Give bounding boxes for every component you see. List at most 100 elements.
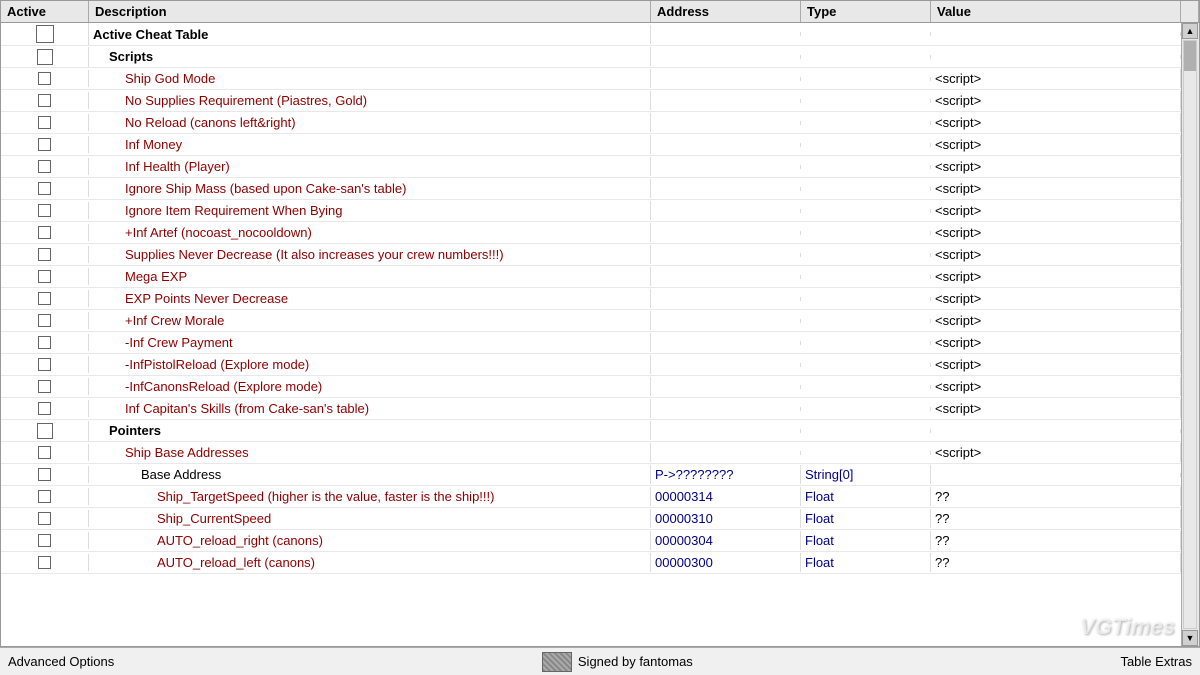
checkbox-small[interactable] xyxy=(38,512,51,525)
col-type: Type xyxy=(801,1,931,22)
table-row: Inf Capitan's Skills (from Cake-san's ta… xyxy=(1,398,1181,420)
checkbox-small[interactable] xyxy=(38,204,51,217)
description-cell: Inf Capitan's Skills (from Cake-san's ta… xyxy=(89,399,651,418)
value-cell xyxy=(931,32,1181,36)
status-right[interactable]: Table Extras xyxy=(1120,654,1192,669)
address-cell xyxy=(651,253,801,257)
active-cell xyxy=(1,268,89,285)
value-cell: <script> xyxy=(931,399,1181,418)
checkbox-small[interactable] xyxy=(38,336,51,349)
description-cell: Inf Money xyxy=(89,135,651,154)
checkbox-medium[interactable] xyxy=(37,49,53,65)
checkbox-small[interactable] xyxy=(38,116,51,129)
value-cell: <script> xyxy=(931,355,1181,374)
scrollbar-thumb[interactable] xyxy=(1184,41,1196,71)
checkbox-small[interactable] xyxy=(38,446,51,459)
address-cell xyxy=(651,231,801,235)
checkbox-medium[interactable] xyxy=(37,423,53,439)
value-cell xyxy=(931,55,1181,59)
type-cell xyxy=(801,143,931,147)
table-row: +Inf Crew Morale<script> xyxy=(1,310,1181,332)
col-value: Value xyxy=(931,1,1181,22)
description-cell: Inf Health (Player) xyxy=(89,157,651,176)
active-cell xyxy=(1,378,89,395)
address-cell xyxy=(651,55,801,59)
table-row: Ignore Item Requirement When Bying<scrip… xyxy=(1,200,1181,222)
checkbox-large[interactable] xyxy=(36,25,54,43)
scrollbar-track[interactable] xyxy=(1183,40,1197,629)
checkbox-small[interactable] xyxy=(38,248,51,261)
scroll-down-arrow[interactable]: ▼ xyxy=(1182,630,1198,646)
address-cell xyxy=(651,297,801,301)
status-bar: Advanced Options Signed by fantomas Tabl… xyxy=(0,647,1200,675)
checkbox-small[interactable] xyxy=(38,402,51,415)
value-cell: <script> xyxy=(931,179,1181,198)
checkbox-small[interactable] xyxy=(38,138,51,151)
description-cell: Ship_TargetSpeed (higher is the value, f… xyxy=(89,487,651,506)
checkbox-small[interactable] xyxy=(38,292,51,305)
checkbox-small[interactable] xyxy=(38,314,51,327)
checkbox-small[interactable] xyxy=(38,270,51,283)
table-row: -Inf Crew Payment<script> xyxy=(1,332,1181,354)
description-cell: Ship_CurrentSpeed xyxy=(89,509,651,528)
checkbox-small[interactable] xyxy=(38,358,51,371)
table-row: Pointers xyxy=(1,420,1181,442)
type-cell: Float xyxy=(801,509,931,528)
description-cell: EXP Points Never Decrease xyxy=(89,289,651,308)
address-cell xyxy=(651,187,801,191)
active-cell xyxy=(1,70,89,87)
description-cell: No Supplies Requirement (Piastres, Gold) xyxy=(89,91,651,110)
description-cell: Ship God Mode xyxy=(89,69,651,88)
active-cell xyxy=(1,136,89,153)
col-address: Address xyxy=(651,1,801,22)
checkbox-small[interactable] xyxy=(38,534,51,547)
checkbox-small[interactable] xyxy=(38,72,51,85)
description-cell: AUTO_reload_right (canons) xyxy=(89,531,651,550)
type-cell: Float xyxy=(801,531,931,550)
type-cell xyxy=(801,121,931,125)
active-cell xyxy=(1,202,89,219)
type-cell xyxy=(801,275,931,279)
checkbox-small[interactable] xyxy=(38,226,51,239)
active-cell xyxy=(1,554,89,571)
address-cell xyxy=(651,165,801,169)
status-left[interactable]: Advanced Options xyxy=(8,654,114,669)
checkbox-small[interactable] xyxy=(38,468,51,481)
checkbox-small[interactable] xyxy=(38,380,51,393)
checkbox-small[interactable] xyxy=(38,94,51,107)
address-cell xyxy=(651,319,801,323)
value-cell xyxy=(931,429,1181,433)
address-cell: P->???????? xyxy=(651,465,801,484)
status-center: Signed by fantomas xyxy=(578,654,693,669)
checkbox-small[interactable] xyxy=(38,182,51,195)
table-row: Mega EXP<script> xyxy=(1,266,1181,288)
description-cell: Base Address xyxy=(89,465,651,484)
table-row: No Reload (canons left&right)<script> xyxy=(1,112,1181,134)
active-cell xyxy=(1,23,89,45)
value-cell: <script> xyxy=(931,91,1181,110)
type-cell xyxy=(801,407,931,411)
active-cell xyxy=(1,114,89,131)
type-cell xyxy=(801,297,931,301)
value-cell xyxy=(931,473,1181,477)
active-cell xyxy=(1,421,89,441)
value-cell: <script> xyxy=(931,113,1181,132)
value-cell: <script> xyxy=(931,377,1181,396)
table-body[interactable]: Active Cheat TableScriptsShip God Mode<s… xyxy=(1,23,1181,646)
table-row: Ignore Ship Mass (based upon Cake-san's … xyxy=(1,178,1181,200)
table-row: -InfCanonsReload (Explore mode) <script> xyxy=(1,376,1181,398)
value-cell: <script> xyxy=(931,245,1181,264)
checkbox-small[interactable] xyxy=(38,160,51,173)
checkbox-small[interactable] xyxy=(38,490,51,503)
type-cell xyxy=(801,77,931,81)
scroll-up-arrow[interactable]: ▲ xyxy=(1182,23,1198,39)
type-cell: Float xyxy=(801,553,931,572)
table-row: Active Cheat Table xyxy=(1,23,1181,46)
description-cell: -InfCanonsReload (Explore mode) xyxy=(89,377,651,396)
scrollbar[interactable]: ▲ ▼ xyxy=(1181,23,1199,646)
signed-section: Signed by fantomas xyxy=(542,652,693,672)
checkbox-small[interactable] xyxy=(38,556,51,569)
type-cell xyxy=(801,165,931,169)
active-cell xyxy=(1,92,89,109)
table-row: +Inf Artef (nocoast_nocooldown)<script> xyxy=(1,222,1181,244)
